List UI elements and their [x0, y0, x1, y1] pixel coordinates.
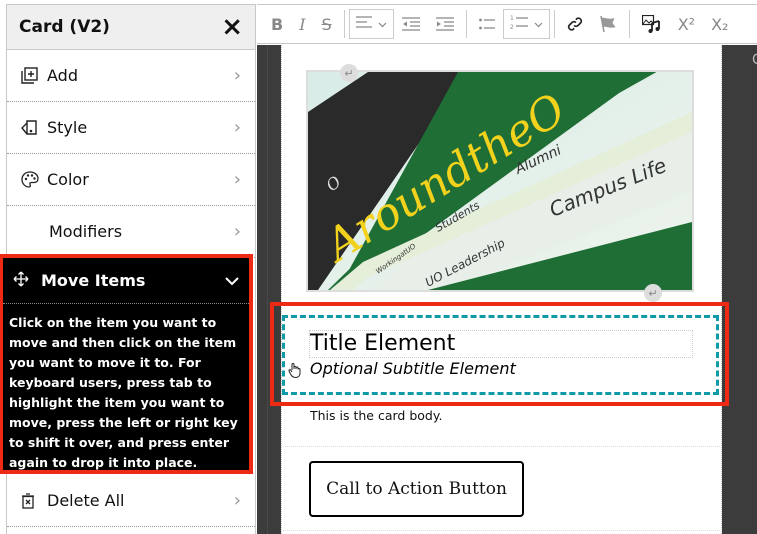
outdent-icon [401, 17, 420, 31]
card-subtitle[interactable]: Optional Subtitle Element [310, 359, 516, 378]
align-dropdown[interactable] [348, 9, 394, 39]
divider [283, 530, 720, 531]
link-icon [567, 17, 582, 31]
sidebar-item-style[interactable]: Style › [7, 102, 255, 154]
add-icon [21, 67, 47, 84]
italic-button[interactable]: I [291, 9, 313, 39]
chevron-down-icon [534, 16, 543, 32]
anchor-flag-button[interactable] [591, 9, 625, 39]
panel-header: Card (V2) × [7, 4, 255, 50]
card-body[interactable]: This is the card body. [310, 408, 442, 423]
toolbar-divider [553, 10, 555, 38]
formatting-toolbar: B I S 12 X² X₂ [257, 4, 757, 44]
panel-title: Card (V2) [19, 17, 110, 37]
subscript-button[interactable]: X₂ [703, 9, 736, 39]
paragraph-mark-icon[interactable]: ↵ [340, 64, 358, 82]
palette-icon [21, 171, 47, 188]
paragraph-mark-icon[interactable]: ↵ [644, 284, 662, 302]
toolbar-divider [465, 10, 467, 38]
link-button[interactable] [559, 9, 591, 39]
sidebar-item-add[interactable]: Add › [7, 50, 255, 102]
move-icon [13, 271, 41, 291]
strikethrough-button[interactable]: S [314, 9, 340, 39]
superscript-button[interactable]: X² [670, 9, 703, 39]
toolbar-divider [628, 10, 630, 38]
divider [283, 446, 720, 447]
sidebar-item-label: Add [47, 66, 78, 85]
move-items-label: Move Items [41, 271, 146, 290]
style-icon [21, 119, 47, 136]
card-title[interactable]: Title Element [310, 331, 455, 356]
hand-cursor-icon [288, 362, 302, 382]
insert-media-button[interactable] [634, 9, 670, 39]
move-items-section: Move Items Click on the item you want to… [0, 254, 253, 474]
media-icon [641, 15, 660, 33]
bulleted-list-button[interactable] [471, 9, 503, 39]
chevron-right-icon: › [233, 169, 241, 190]
outdent-button[interactable] [394, 9, 428, 39]
sidebar-item-label: Delete All [47, 491, 125, 510]
move-items-instructions: Click on the item you want to move and t… [9, 315, 238, 470]
svg-text:2: 2 [510, 24, 514, 30]
sidebar-item-label: Style [47, 118, 88, 137]
chevron-down-icon [225, 271, 239, 290]
numbered-list-dropdown[interactable]: 12 [502, 9, 550, 39]
sidebar-item-delete-all[interactable]: Delete All › [7, 475, 255, 527]
call-to-action-button[interactable]: Call to Action Button [309, 461, 524, 517]
align-left-icon [355, 16, 372, 32]
sidebar-item-color[interactable]: Color › [7, 154, 255, 206]
indent-button[interactable] [428, 9, 462, 39]
toolbar-divider [343, 10, 345, 38]
indent-icon [435, 17, 454, 31]
chevron-right-icon: › [233, 221, 241, 242]
card-image[interactable]: AroundtheO Alumni Students Campus Life U… [306, 70, 694, 292]
offscreen-text: C [752, 52, 757, 68]
chevron-right-icon: › [233, 490, 241, 511]
bold-button[interactable]: B [263, 9, 291, 39]
svg-text:1: 1 [510, 15, 514, 22]
sidebar-item-label: Modifiers [49, 222, 123, 241]
chevron-right-icon: › [233, 117, 241, 138]
chevron-right-icon: › [233, 65, 241, 86]
flag-icon [599, 15, 616, 33]
chevron-down-icon [378, 16, 387, 32]
sidebar-item-modifiers[interactable]: Modifiers › [7, 206, 255, 258]
bulleted-list-icon [478, 18, 495, 29]
numbered-list-icon: 12 [510, 14, 528, 34]
sidebar-item-label: Color [47, 170, 89, 189]
around-the-o-screenshot-image: AroundtheO Alumni Students Campus Life U… [308, 72, 692, 290]
close-icon[interactable]: × [221, 14, 243, 40]
delete-icon [21, 492, 47, 509]
move-items-header[interactable]: Move Items [3, 258, 249, 304]
